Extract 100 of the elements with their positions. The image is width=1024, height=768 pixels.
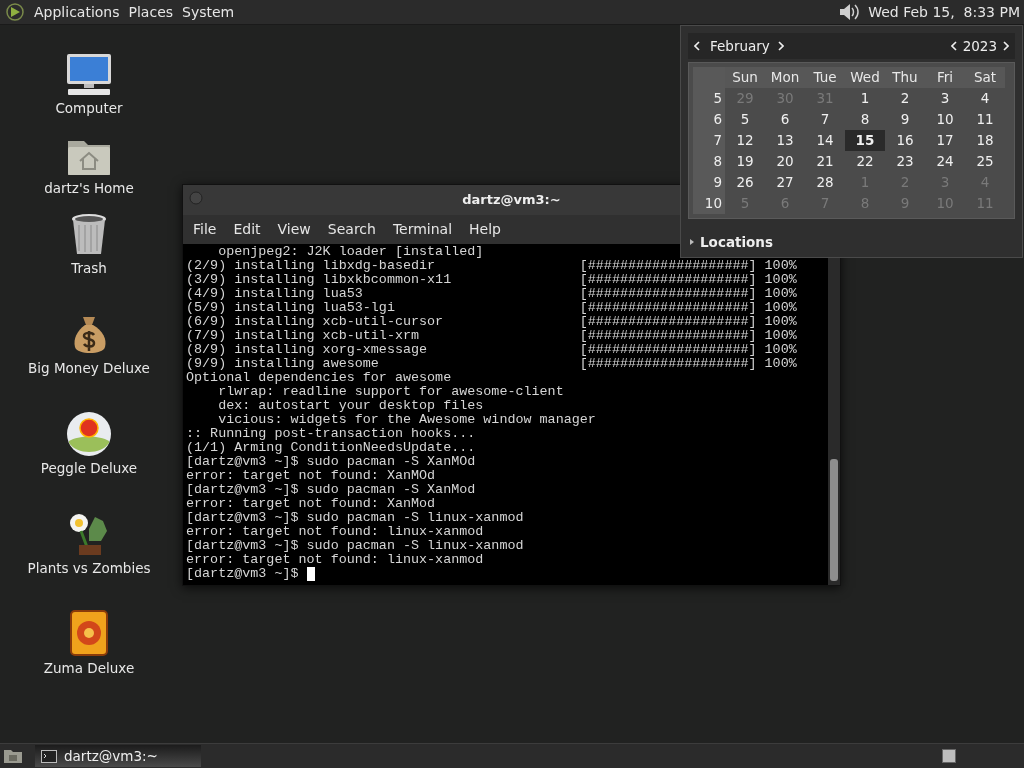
menu-logo-icon[interactable]: [5, 2, 25, 22]
terminal-line: [dartz@vm3 ~]$ sudo pacman -S linux-xanmod: [186, 511, 524, 525]
progress-percent: 100%: [764, 273, 797, 287]
progress-percent: 100%: [764, 259, 797, 273]
terminal-line: error: target not found: linux-xanmod: [186, 525, 484, 539]
terminal-line: dex: autostart your desktop files: [217, 399, 484, 413]
calendar-day[interactable]: 8: [845, 109, 885, 130]
calendar-day[interactable]: 15: [845, 130, 885, 151]
speaker-icon[interactable]: [838, 2, 861, 22]
trash-icon: [70, 213, 108, 257]
terminal-line: (2/9) installing libxdg-basedir: [186, 259, 437, 273]
calendar-day[interactable]: 27: [765, 172, 805, 193]
month-label: February: [710, 36, 770, 56]
menu-item[interactable]: Search: [320, 219, 383, 240]
calendar-day[interactable]: 4: [965, 88, 1005, 109]
window-title: dartz@vm3:~: [462, 191, 561, 210]
calendar-day[interactable]: 25: [965, 151, 1005, 172]
terminal-line: (1/1) Arming ConditionNeedsUpdate...: [186, 441, 476, 455]
calendar-day[interactable]: 10: [925, 109, 965, 130]
desktop-icon-label[interactable]: Peggle Deluxe: [40, 458, 138, 479]
progress-bar-text: [####################]: [579, 259, 757, 273]
calendar-day[interactable]: 6: [765, 109, 805, 130]
terminal-line: openjpeg2: J2K loader [installed]: [217, 245, 484, 259]
clock[interactable]: Wed Feb 15, 8:33 PM: [868, 1, 1020, 23]
taskbar-button[interactable]: dartz@vm3:~: [35, 745, 201, 767]
terminal-line: (8/9) installing xorg-xmessage: [186, 343, 429, 357]
calendar-day[interactable]: 24: [925, 151, 965, 172]
calendar-day[interactable]: 20: [765, 151, 805, 172]
menu-item[interactable]: File: [186, 219, 224, 240]
show-desktop-icon[interactable]: [3, 748, 23, 764]
terminal-line: (9/9) installing awesome: [186, 357, 380, 371]
calendar-day[interactable]: 16: [885, 130, 925, 151]
week-number: 8: [713, 152, 722, 172]
progress-bar-text: [####################]: [579, 329, 757, 343]
calendar-day[interactable]: 22: [845, 151, 885, 172]
next-year-icon[interactable]: [1003, 41, 1009, 51]
progress-percent: 100%: [764, 301, 797, 315]
desktop-icon-label[interactable]: Plants vs Zombies: [27, 558, 151, 579]
weekday-header: Fri: [935, 68, 955, 88]
calendar-day[interactable]: 5: [725, 109, 765, 130]
calendar-day[interactable]: 9: [885, 109, 925, 130]
terminal-line: error: target not found: XanMod: [186, 497, 436, 511]
terminal-line: :: Running post-transaction hooks...: [186, 427, 476, 441]
weekday-header: Tue: [812, 68, 838, 88]
terminal-line: vicious: widgets for the Awesome window manager: [217, 413, 596, 427]
menu-item[interactable]: Terminal: [385, 219, 460, 240]
calendar-day[interactable]: 12: [725, 130, 765, 151]
terminal-line: rlwrap: readline support for awesome-client: [217, 385, 564, 399]
progress-bar-text: [####################]: [579, 357, 757, 371]
previous-year-icon[interactable]: [950, 41, 957, 51]
desktop-icon-label[interactable]: Big Money Deluxe: [28, 358, 150, 379]
calendar-day[interactable]: 19: [725, 151, 765, 172]
week-number: 9: [713, 173, 722, 193]
calendar-day[interactable]: 21: [805, 151, 845, 172]
next-month-icon[interactable]: [777, 41, 784, 51]
terminal-line: (7/9) installing xcb-util-xrm: [186, 329, 421, 343]
expander-arrow-icon[interactable]: [689, 239, 694, 245]
calendar-day[interactable]: 3: [925, 88, 965, 109]
workspace-switcher[interactable]: [942, 749, 956, 763]
desktop-icon-label[interactable]: Zuma Deluxe: [43, 658, 135, 679]
calendar-day[interactable]: 17: [925, 130, 965, 151]
calendar-day[interactable]: 14: [805, 130, 845, 151]
computer-icon: [64, 53, 114, 97]
terminal-line: (5/9) installing lua53-lgi: [186, 301, 396, 315]
panel-menu[interactable]: Places: [128, 1, 174, 23]
progress-bar-text: [####################]: [579, 315, 757, 329]
previous-month-icon[interactable]: [694, 41, 700, 51]
week-number: 7: [713, 131, 722, 151]
week-number: 6: [713, 110, 722, 130]
terminal-line: [dartz@vm3 ~]$ sudo pacman -S XanMod: [186, 483, 476, 497]
desktop-icon-label[interactable]: Trash: [71, 258, 107, 279]
terminal-icon: [41, 749, 57, 763]
locations-expander[interactable]: Locations: [700, 231, 773, 253]
progress-bar-text: [####################]: [579, 301, 757, 315]
terminal-line: error: target not found: XanMOd: [186, 469, 436, 483]
calendar-day[interactable]: 7: [805, 109, 845, 130]
week-number: 10: [704, 194, 722, 214]
menu-item[interactable]: View: [270, 219, 318, 240]
desktop-icon-label[interactable]: Computer: [55, 98, 123, 119]
terminal-prompt: [dartz@vm3 ~]$: [186, 567, 300, 581]
desktop-icon-label[interactable]: dartz's Home: [44, 178, 134, 199]
calendar-day[interactable]: 28: [805, 172, 845, 193]
calendar-day[interactable]: 23: [885, 151, 925, 172]
terminal-line: (4/9) installing lua53: [186, 287, 364, 301]
weekday-header: Sun: [731, 68, 759, 88]
terminal-line: [dartz@vm3 ~]$ sudo pacman -S linux-xanmod: [186, 539, 524, 553]
menu-item[interactable]: Help: [462, 219, 508, 240]
calendar-day[interactable]: 1: [845, 88, 885, 109]
menu-item[interactable]: Edit: [226, 219, 268, 240]
panel-menu[interactable]: Applications: [34, 1, 120, 23]
panel-menu[interactable]: System: [182, 1, 235, 23]
calendar-day[interactable]: 18: [965, 130, 1005, 151]
text-cursor: [306, 567, 315, 581]
progress-percent: 100%: [764, 315, 797, 329]
terminal-line: (6/9) installing xcb-util-cursor: [186, 315, 445, 329]
calendar-day[interactable]: 13: [765, 130, 805, 151]
calendar-day[interactable]: 11: [965, 109, 1005, 130]
weekday-header: Thu: [891, 68, 919, 88]
calendar-day[interactable]: 26: [725, 172, 765, 193]
calendar-day[interactable]: 2: [885, 88, 925, 109]
